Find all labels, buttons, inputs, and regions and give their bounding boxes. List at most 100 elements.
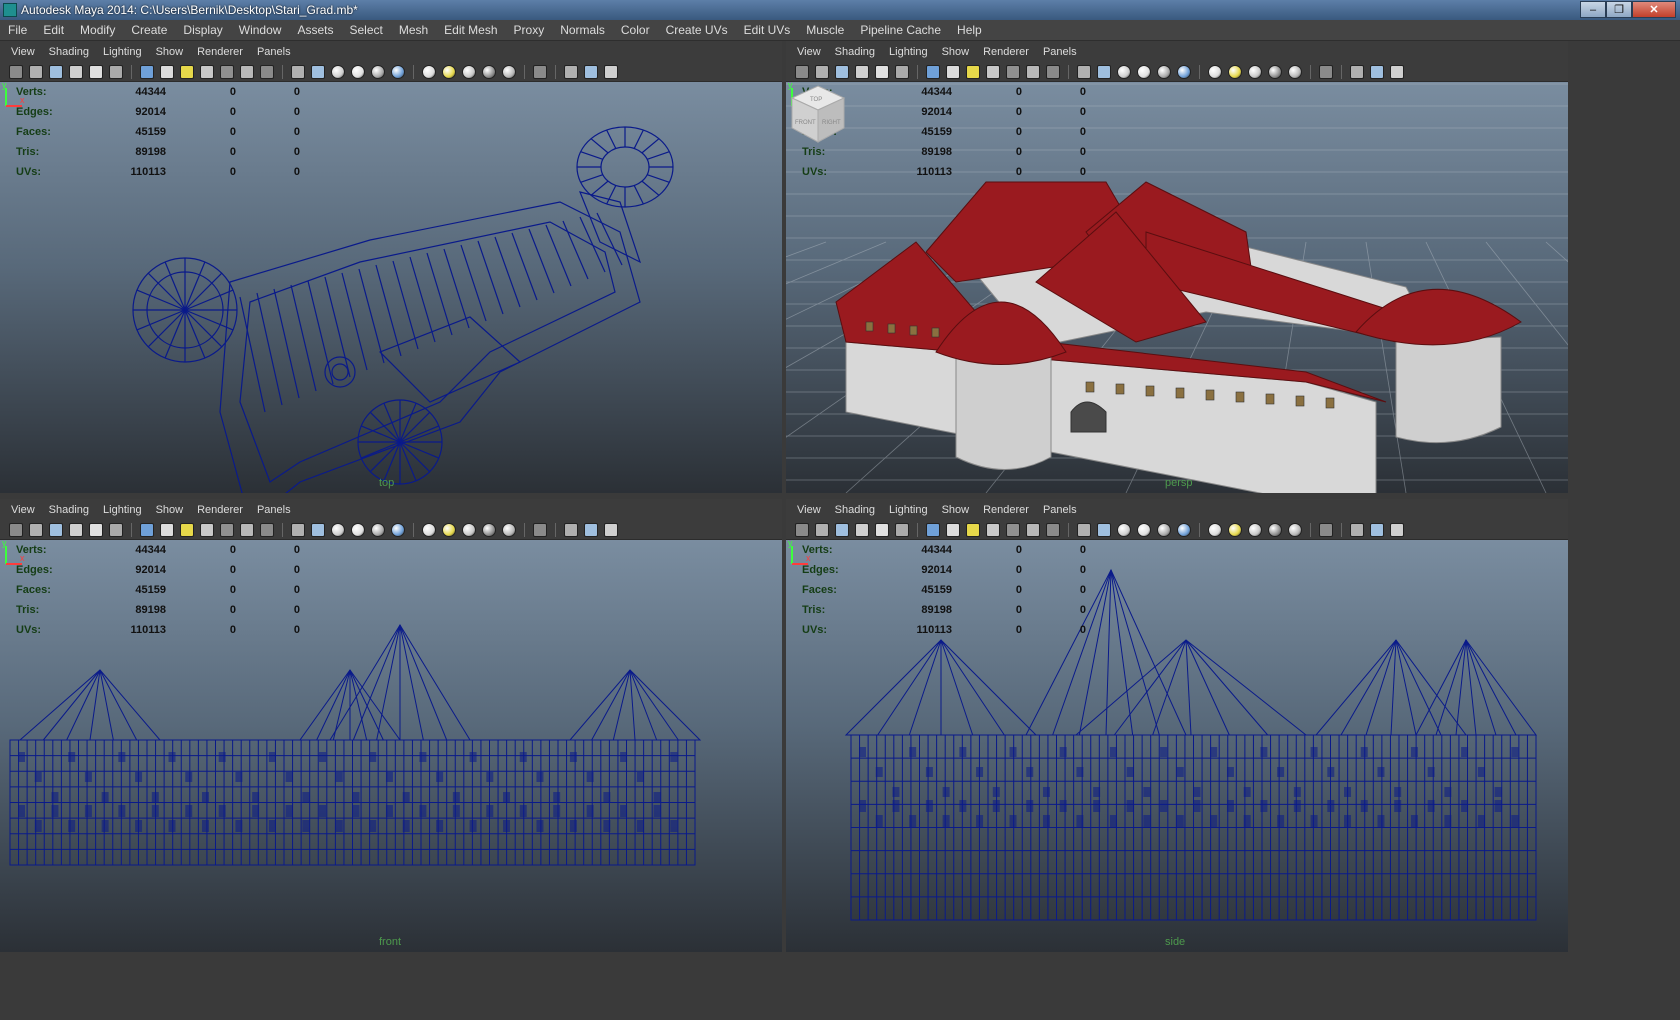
toolbar-icon[interactable] [331, 64, 345, 79]
panel-menu-item[interactable]: Renderer [190, 504, 250, 516]
toolbar-icon[interactable] [462, 64, 476, 79]
toolbar-icon[interactable] [1077, 522, 1091, 537]
toolbar-icon[interactable] [200, 522, 214, 537]
toolbar-icon[interactable] [29, 522, 43, 537]
toolbar-icon[interactable] [371, 522, 385, 537]
toolbar-icon[interactable] [795, 64, 809, 79]
toolbar-icon[interactable] [966, 64, 980, 79]
menu-item[interactable]: Modify [72, 23, 123, 37]
menu-item[interactable]: Display [175, 23, 230, 37]
toolbar-icon[interactable] [291, 64, 305, 79]
toolbar-icon[interactable] [855, 64, 869, 79]
panel-menu-item[interactable]: Show [149, 504, 191, 516]
toolbar-icon[interactable] [1006, 64, 1020, 79]
toolbar-icon[interactable] [1046, 522, 1060, 537]
toolbar-icon[interactable] [564, 64, 578, 79]
toolbar-icon[interactable] [160, 64, 174, 79]
toolbar-icon[interactable] [1350, 522, 1364, 537]
toolbar-icon[interactable] [260, 522, 274, 537]
toolbar-icon[interactable] [564, 522, 578, 537]
toolbar-icon[interactable] [533, 522, 547, 537]
toolbar-icon[interactable] [89, 64, 103, 79]
toolbar-icon[interactable] [795, 522, 809, 537]
panel-menu-item[interactable]: Lighting [96, 504, 149, 516]
panel-menu-item[interactable]: Lighting [96, 46, 149, 58]
toolbar-icon[interactable] [946, 64, 960, 79]
toolbar-icon[interactable] [1208, 64, 1222, 79]
toolbar-icon[interactable] [1137, 522, 1151, 537]
toolbar-icon[interactable] [351, 522, 365, 537]
toolbar-icon[interactable] [1319, 64, 1333, 79]
panel-menu-item[interactable]: Panels [1036, 46, 1084, 58]
menu-item[interactable]: Pipeline Cache [852, 23, 949, 37]
panel-menu-item[interactable]: Renderer [190, 46, 250, 58]
toolbar-icon[interactable] [1177, 64, 1191, 79]
viewport-canvas[interactable]: Verts:4434400Edges:9201400Faces:4515900T… [786, 540, 1568, 952]
toolbar-icon[interactable] [291, 522, 305, 537]
front-viewport[interactable]: View Shading Lighting Show Renderer Panels Ver… [0, 499, 782, 952]
toolbar-icon[interactable] [240, 522, 254, 537]
toolbar-icon[interactable] [946, 522, 960, 537]
toolbar-icon[interactable] [1370, 64, 1384, 79]
menu-item[interactable]: Normals [552, 23, 613, 37]
toolbar-icon[interactable] [1228, 522, 1242, 537]
toolbar-icon[interactable] [220, 522, 234, 537]
toolbar-icon[interactable] [482, 64, 496, 79]
toolbar-icon[interactable] [1157, 64, 1171, 79]
toolbar-icon[interactable] [29, 64, 43, 79]
viewport-canvas[interactable]: Verts:4434400Edges:9201400Faces:4515900T… [0, 540, 782, 952]
panel-menu-item[interactable]: Lighting [882, 504, 935, 516]
menu-item[interactable]: File [0, 23, 35, 37]
toolbar-icon[interactable] [200, 64, 214, 79]
toolbar-icon[interactable] [875, 522, 889, 537]
toolbar-icon[interactable] [1228, 64, 1242, 79]
toolbar-icon[interactable] [311, 522, 325, 537]
toolbar-icon[interactable] [180, 64, 194, 79]
viewcube-icon[interactable]: TOP FRONT RIGHT [786, 82, 850, 146]
menu-item[interactable]: Mesh [391, 23, 436, 37]
toolbar-icon[interactable] [966, 522, 980, 537]
menu-item[interactable]: Select [341, 23, 390, 37]
toolbar-icon[interactable] [604, 64, 618, 79]
toolbar-icon[interactable] [584, 64, 598, 79]
toolbar-icon[interactable] [49, 522, 63, 537]
panel-menu-item[interactable]: Show [935, 46, 977, 58]
top-viewport[interactable]: View Shading Lighting Show Renderer Panels Ver… [0, 41, 782, 493]
toolbar-icon[interactable] [1117, 522, 1131, 537]
panel-menu-item[interactable]: View [4, 504, 42, 516]
toolbar-icon[interactable] [109, 64, 123, 79]
panel-menu-item[interactable]: Shading [42, 504, 96, 516]
toolbar-icon[interactable] [502, 64, 516, 79]
toolbar-icon[interactable] [482, 522, 496, 537]
viewport-canvas[interactable]: Verts:4434400Edges:9201400Faces:4515900T… [0, 82, 782, 493]
panel-menu-item[interactable]: Show [149, 46, 191, 58]
toolbar-icon[interactable] [371, 64, 385, 79]
menu-item[interactable]: Proxy [506, 23, 553, 37]
toolbar-icon[interactable] [584, 522, 598, 537]
panel-menu-item[interactable]: View [790, 504, 828, 516]
panel-menu-item[interactable]: Lighting [882, 46, 935, 58]
toolbar-icon[interactable] [895, 522, 909, 537]
toolbar-icon[interactable] [835, 64, 849, 79]
persp-viewport[interactable]: ViewShadingLightingShowRendererPanelsVer… [786, 41, 1568, 493]
toolbar-icon[interactable] [140, 64, 154, 79]
toolbar-icon[interactable] [875, 64, 889, 79]
toolbar-icon[interactable] [331, 522, 345, 537]
toolbar-icon[interactable] [1248, 64, 1262, 79]
toolbar-icon[interactable] [9, 522, 23, 537]
toolbar-icon[interactable] [926, 64, 940, 79]
toolbar-icon[interactable] [69, 522, 83, 537]
toolbar-icon[interactable] [604, 522, 618, 537]
panel-menu-item[interactable]: Panels [250, 46, 298, 58]
toolbar-icon[interactable] [1350, 64, 1364, 79]
viewcube-right-label[interactable]: RIGHT [822, 120, 841, 126]
viewcube-front-label[interactable]: FRONT [795, 120, 816, 126]
toolbar-icon[interactable] [422, 522, 436, 537]
toolbar-icon[interactable] [1097, 64, 1111, 79]
toolbar-icon[interactable] [895, 64, 909, 79]
toolbar-icon[interactable] [351, 64, 365, 79]
toolbar-icon[interactable] [1208, 522, 1222, 537]
toolbar-icon[interactable] [1390, 522, 1404, 537]
toolbar-icon[interactable] [1370, 522, 1384, 537]
toolbar-icon[interactable] [1319, 522, 1333, 537]
